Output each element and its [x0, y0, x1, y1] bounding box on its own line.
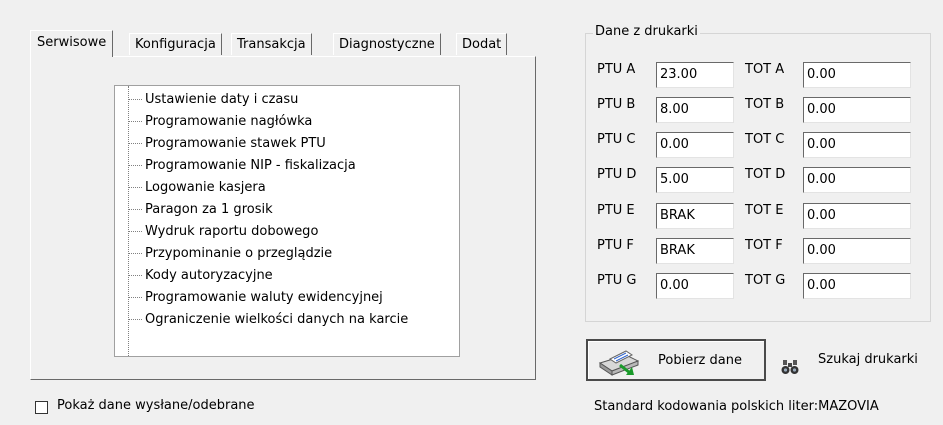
ptu-g-field[interactable]: 0.00: [656, 273, 734, 299]
ptu-f-label: PTU F: [597, 238, 634, 253]
tot-c-label: TOT C: [745, 132, 785, 147]
find-printer-label: Szukaj drukarki: [818, 352, 918, 367]
tot-e-field[interactable]: 0.00: [803, 203, 911, 229]
fetch-data-label: Pobierz dane: [658, 353, 742, 368]
printer-data-group-title: Dane z drukarki: [593, 24, 700, 39]
tab-dodat[interactable]: Dodat: [456, 33, 508, 55]
ptu-g-label: PTU G: [597, 273, 637, 288]
list-item-label: Programowanie stawek PTU: [145, 136, 326, 151]
ptu-a-field[interactable]: 23.00: [656, 62, 734, 88]
list-item-label: Programowanie waluty ewidencyjnej: [145, 290, 383, 305]
tot-f-field[interactable]: 0.00: [803, 238, 911, 264]
ptu-f-field[interactable]: BRAK: [656, 238, 734, 264]
ptu-d-field[interactable]: 5.00: [656, 167, 734, 193]
list-item-currency[interactable]: Programowanie waluty ewidencyjnej: [129, 287, 383, 309]
tot-a-field[interactable]: 0.00: [803, 62, 911, 88]
list-item-auth-codes[interactable]: Kody autoryzacyjne: [129, 265, 273, 287]
list-item-inspection-reminder[interactable]: Przypominanie o przeglądzie: [129, 243, 332, 265]
list-item-header[interactable]: Programowanie nagłówka: [129, 111, 312, 133]
list-item-receipt-1gr[interactable]: Paragon za 1 grosik: [129, 199, 273, 221]
tab-transakcja[interactable]: Transakcja: [231, 33, 312, 55]
show-data-checkbox[interactable]: [35, 401, 48, 414]
ptu-b-field[interactable]: 8.00: [656, 97, 734, 123]
ptu-e-label: PTU E: [597, 203, 635, 218]
tot-g-label: TOT G: [745, 273, 786, 288]
tot-d-field[interactable]: 0.00: [803, 167, 911, 193]
tot-f-label: TOT F: [745, 238, 783, 253]
fetch-data-button[interactable]: Pobierz dane: [586, 339, 766, 381]
list-item-daily-report[interactable]: Wydruk raportu dobowego: [129, 221, 318, 243]
ptu-d-label: PTU D: [597, 167, 637, 182]
list-item-label: Programowanie nagłówka: [145, 114, 313, 129]
tab-serwisowe[interactable]: Serwisowe: [30, 30, 114, 57]
list-item-label: Kody autoryzacyjne: [145, 268, 273, 283]
ptu-c-label: PTU C: [597, 132, 636, 147]
tot-c-field[interactable]: 0.00: [803, 132, 911, 158]
tot-b-field[interactable]: 0.00: [803, 97, 911, 123]
tab-diagnostyczne[interactable]: Diagnostyczne: [333, 33, 441, 55]
ptu-e-field[interactable]: BRAK: [656, 203, 734, 229]
show-data-checkbox-label[interactable]: Pokaż dane wysłane/odebrane: [57, 398, 255, 413]
list-item-label: Logowanie kasjera: [145, 180, 266, 195]
encoding-status-text: Standard kodowania polskich liter:MAZOVI…: [594, 399, 879, 414]
service-function-list[interactable]: Ustawienie daty i czasu Programowanie na…: [114, 85, 460, 357]
list-item-card-data-limit[interactable]: Ograniczenie wielkości danych na karcie: [129, 309, 408, 331]
ptu-b-label: PTU B: [597, 97, 636, 112]
tot-e-label: TOT E: [745, 203, 784, 218]
tab-konfiguracja[interactable]: Konfiguracja: [129, 33, 222, 55]
list-item-nip[interactable]: Programowanie NIP - fiskalizacja: [129, 155, 356, 177]
tot-b-label: TOT B: [745, 97, 785, 112]
printer-icon: [596, 345, 642, 377]
binoculars-icon: [781, 352, 799, 374]
find-printer-button[interactable]: Szukaj drukarki: [770, 340, 934, 382]
ptu-a-label: PTU A: [597, 62, 636, 77]
list-item-set-date-time[interactable]: Ustawienie daty i czasu: [129, 89, 298, 111]
list-item-label: Paragon za 1 grosik: [145, 202, 273, 217]
list-item-ptu-rates[interactable]: Programowanie stawek PTU: [129, 133, 326, 155]
list-item-label: Programowanie NIP - fiskalizacja: [145, 158, 356, 173]
list-item-label: Przypominanie o przeglądzie: [145, 246, 333, 261]
tot-a-label: TOT A: [745, 62, 785, 77]
list-item-cashier-login[interactable]: Logowanie kasjera: [129, 177, 266, 199]
tot-d-label: TOT D: [745, 167, 786, 182]
list-item-label: Wydruk raportu dobowego: [145, 224, 319, 239]
tab-strip: Serwisowe Konfiguracja Transakcja Diagno…: [30, 30, 530, 57]
list-item-label: Ograniczenie wielkości danych na karcie: [145, 312, 409, 327]
list-item-label: Ustawienie daty i czasu: [145, 92, 299, 107]
ptu-c-field[interactable]: 0.00: [656, 132, 734, 158]
tot-g-field[interactable]: 0.00: [803, 273, 911, 299]
